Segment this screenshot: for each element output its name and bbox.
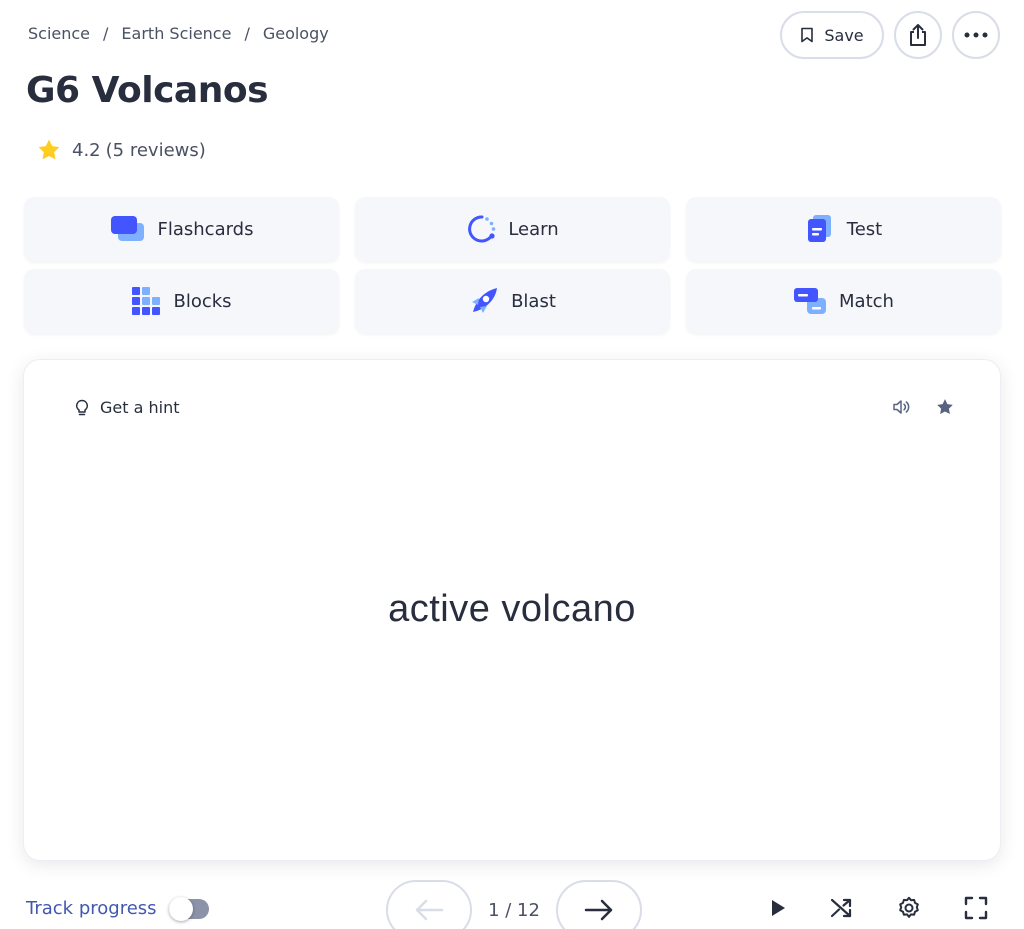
arrow-left-icon [415, 899, 444, 921]
share-button[interactable] [894, 11, 942, 59]
breadcrumb-earth-science[interactable]: Earth Science [121, 24, 231, 43]
next-button[interactable] [556, 880, 642, 929]
rating[interactable]: 4.2 (5 reviews) [37, 138, 206, 162]
bookmark-icon [801, 27, 814, 43]
hint-label: Get a hint [100, 398, 180, 417]
lightbulb-icon [75, 399, 89, 415]
blast-icon [472, 288, 498, 313]
match-icon [794, 288, 827, 314]
study-modes: Flashcards Learn Test Blocks Blast Match [24, 197, 1001, 333]
breadcrumb-separator: / [103, 24, 109, 43]
fullscreen-icon[interactable] [964, 896, 988, 920]
top-actions: Save [780, 11, 1000, 59]
rating-value: 4.2 [72, 139, 101, 161]
test-icon [807, 215, 831, 242]
mode-test[interactable]: Test [686, 197, 1001, 261]
mode-learn[interactable]: Learn [355, 197, 670, 261]
star-icon [38, 139, 60, 160]
page-title: G6 Volcanos [26, 70, 269, 111]
mode-flashcards[interactable]: Flashcards [24, 197, 339, 261]
mode-match[interactable]: Match [686, 269, 1001, 333]
hint-button[interactable]: Get a hint [74, 398, 180, 417]
card-actions [892, 398, 954, 416]
rating-reviews: (5 reviews) [105, 139, 206, 161]
playback-controls [769, 896, 988, 920]
breadcrumb-geology[interactable]: Geology [263, 24, 329, 43]
mode-blast-label: Blast [511, 290, 556, 312]
mode-flashcards-label: Flashcards [157, 218, 254, 240]
track-progress-label[interactable]: Track progress [26, 898, 157, 919]
save-label: Save [824, 25, 864, 45]
flashcard-term: active volcano [388, 588, 636, 630]
breadcrumb-science[interactable]: Science [28, 24, 90, 43]
play-icon[interactable] [769, 898, 787, 918]
mode-blast[interactable]: Blast [355, 269, 670, 333]
previous-button[interactable] [386, 880, 472, 929]
settings-icon[interactable] [897, 896, 921, 920]
mode-learn-label: Learn [508, 218, 559, 240]
mode-blocks[interactable]: Blocks [24, 269, 339, 333]
flashcards-icon [110, 216, 144, 241]
star-icon[interactable] [936, 398, 954, 416]
flashcard[interactable]: Get a hint active volcano [24, 360, 1000, 860]
track-progress-toggle[interactable] [168, 896, 209, 921]
speaker-icon[interactable] [892, 399, 910, 415]
card-counter: 1 / 12 [488, 899, 540, 921]
blocks-icon [132, 287, 161, 315]
track-progress: Track progress [26, 896, 209, 921]
save-button[interactable]: Save [780, 11, 884, 59]
mode-match-label: Match [839, 290, 894, 312]
learn-icon [468, 215, 496, 243]
more-options-button[interactable] [952, 11, 1000, 59]
card-navigation: 1 / 12 [386, 880, 642, 929]
toggle-knob [168, 896, 193, 921]
flashcard-footer: Track progress 1 / 12 [0, 878, 1024, 929]
share-icon [910, 24, 926, 46]
breadcrumb: Science / Earth Science / Geology [28, 24, 329, 43]
mode-test-label: Test [846, 218, 883, 240]
arrow-right-icon [584, 899, 613, 921]
more-icon [964, 32, 988, 38]
shuffle-icon[interactable] [830, 897, 854, 919]
mode-blocks-label: Blocks [173, 290, 232, 312]
breadcrumb-separator: / [244, 24, 250, 43]
